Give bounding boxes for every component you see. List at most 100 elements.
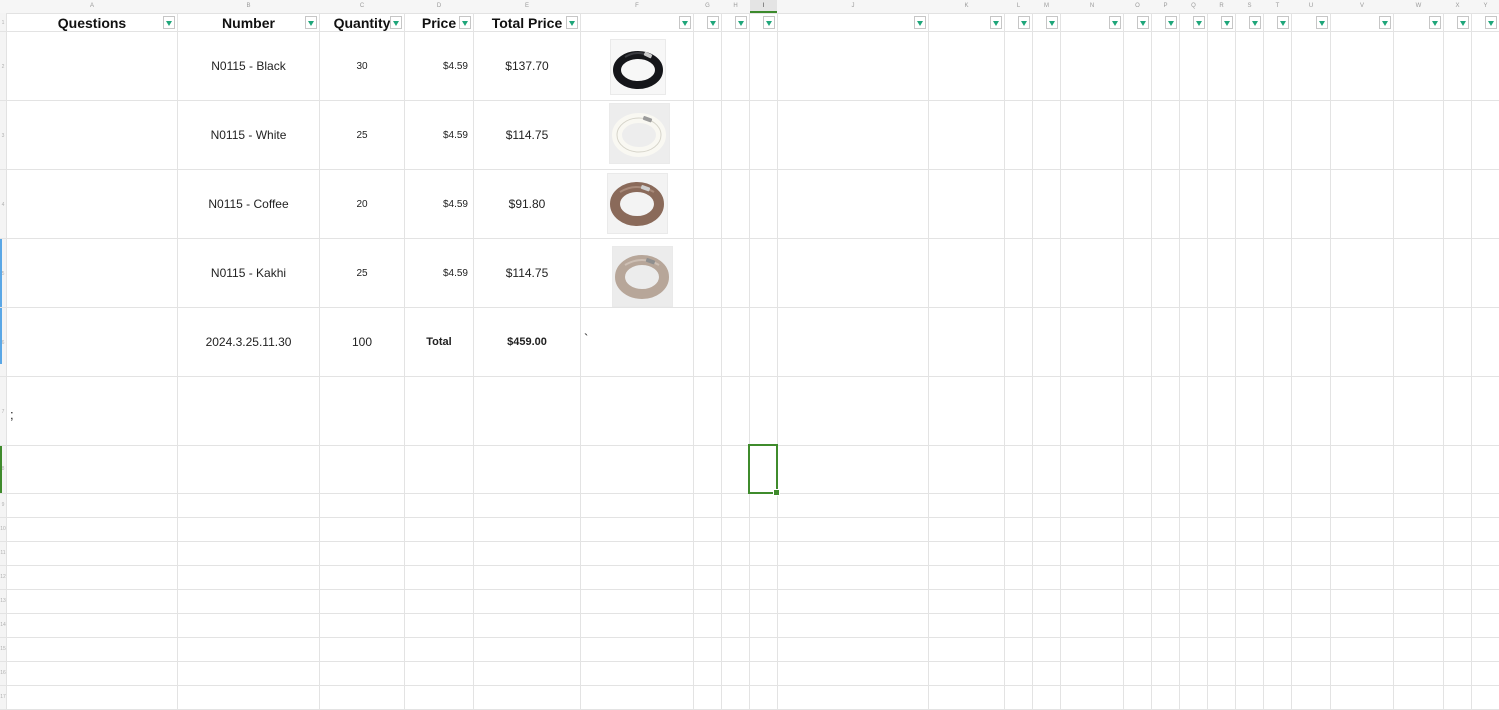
header-number[interactable]: Number	[178, 14, 319, 32]
cell-quantity[interactable]: 30	[320, 32, 404, 100]
filter-dropdown-icon[interactable]	[1193, 16, 1205, 29]
filter-dropdown-icon[interactable]	[1109, 16, 1121, 29]
product-image-white[interactable]	[610, 104, 669, 163]
cell-total-label[interactable]: Total	[405, 308, 473, 376]
cell-number[interactable]: N0115 - Kakhi	[178, 239, 319, 307]
column-letter-h[interactable]: H	[722, 0, 749, 13]
cell-stray-mark[interactable]: `	[584, 328, 604, 348]
filter-dropdown-icon[interactable]	[1485, 16, 1497, 29]
cell-total-quantity[interactable]: 100	[320, 308, 404, 376]
filter-dropdown-icon[interactable]	[679, 16, 691, 29]
row-selection-marker	[0, 238, 2, 364]
column-letter-v[interactable]: V	[1331, 0, 1393, 13]
cell-total[interactable]: $137.70	[474, 32, 580, 100]
filter-dropdown-icon[interactable]	[763, 16, 775, 29]
column-letter-k[interactable]: K	[929, 0, 1004, 13]
column-letter-x[interactable]: X	[1444, 0, 1471, 13]
filter-dropdown-icon[interactable]	[1137, 16, 1149, 29]
cell-number[interactable]: N0115 - Coffee	[178, 170, 319, 238]
filter-dropdown-icon[interactable]	[390, 16, 402, 29]
row-number[interactable]: 13	[0, 598, 6, 604]
column-letter-q[interactable]: Q	[1180, 0, 1207, 13]
filter-dropdown-icon[interactable]	[1018, 16, 1030, 29]
column-letter-g[interactable]: G	[694, 0, 721, 13]
filter-dropdown-icon[interactable]	[305, 16, 317, 29]
cell-grand-total[interactable]: $459.00	[474, 308, 580, 376]
filter-dropdown-icon[interactable]	[707, 16, 719, 29]
cell-quantity[interactable]: 25	[320, 101, 404, 169]
active-cell-selection[interactable]	[748, 444, 780, 496]
row-number[interactable]: 1	[0, 20, 6, 26]
spreadsheet: A B C D E F G H I J K L M N O P Q R S T …	[0, 0, 1499, 710]
filter-dropdown-icon[interactable]	[1316, 16, 1328, 29]
column-letter-w[interactable]: W	[1394, 0, 1443, 13]
column-letter-t[interactable]: T	[1264, 0, 1291, 13]
row-number[interactable]: 9	[0, 502, 6, 508]
column-letter-i[interactable]: I	[750, 0, 777, 13]
filter-dropdown-icon[interactable]	[1429, 16, 1441, 29]
row-number[interactable]: 15	[0, 646, 6, 652]
product-image-kakhi[interactable]	[613, 247, 672, 306]
column-letter-n[interactable]: N	[1061, 0, 1123, 13]
row-number[interactable]: 16	[0, 670, 6, 676]
cell-price[interactable]: $4.59	[405, 32, 468, 100]
column-letter-s[interactable]: S	[1236, 0, 1263, 13]
row-number[interactable]: 17	[0, 694, 6, 700]
cell-total[interactable]: $91.80	[474, 170, 580, 238]
header-questions[interactable]: Questions	[7, 14, 177, 32]
grid-line	[0, 685, 1499, 686]
cell-price[interactable]: $4.59	[405, 239, 468, 307]
header-total-price[interactable]: Total Price	[474, 14, 580, 32]
filter-dropdown-icon[interactable]	[1165, 16, 1177, 29]
row-number[interactable]: 14	[0, 622, 6, 628]
cell-total[interactable]: $114.75	[474, 239, 580, 307]
filter-dropdown-icon[interactable]	[1221, 16, 1233, 29]
column-letter-b[interactable]: B	[178, 0, 319, 13]
filter-dropdown-icon[interactable]	[1457, 16, 1469, 29]
filter-dropdown-icon[interactable]	[1277, 16, 1289, 29]
filter-dropdown-icon[interactable]	[1379, 16, 1391, 29]
column-letter-u[interactable]: U	[1292, 0, 1330, 13]
row-number[interactable]: 2	[0, 64, 6, 70]
column-letter-r[interactable]: R	[1208, 0, 1235, 13]
cell-a-stray[interactable]: ;	[10, 404, 30, 424]
filter-dropdown-icon[interactable]	[459, 16, 471, 29]
grid-line	[0, 541, 1499, 542]
column-letter-p[interactable]: P	[1152, 0, 1179, 13]
filter-dropdown-icon[interactable]	[914, 16, 926, 29]
column-letter-y[interactable]: Y	[1472, 0, 1499, 13]
filter-dropdown-icon[interactable]	[163, 16, 175, 29]
column-letter-d[interactable]: D	[405, 0, 473, 13]
cell-number[interactable]: N0115 - Black	[178, 32, 319, 100]
cell-quantity[interactable]: 25	[320, 239, 404, 307]
column-letter-a[interactable]: A	[7, 0, 177, 13]
cell-price[interactable]: $4.59	[405, 101, 468, 169]
cell-number[interactable]: N0115 - White	[178, 101, 319, 169]
column-letter-f[interactable]: F	[581, 0, 693, 13]
column-letter-o[interactable]: O	[1124, 0, 1151, 13]
column-letter-c[interactable]: C	[320, 0, 404, 13]
cell-date[interactable]: 2024.3.25.11.30	[178, 308, 319, 376]
column-letter-j[interactable]: J	[778, 0, 928, 13]
cell-quantity[interactable]: 20	[320, 170, 404, 238]
row-number[interactable]: 11	[0, 550, 6, 556]
row-number[interactable]: 4	[0, 202, 6, 208]
filter-dropdown-icon[interactable]	[566, 16, 578, 29]
row-number[interactable]: 7	[0, 409, 6, 415]
product-image-coffee[interactable]	[608, 174, 667, 233]
filter-dropdown-icon[interactable]	[990, 16, 1002, 29]
column-letter-m[interactable]: M	[1033, 0, 1060, 13]
filter-dropdown-icon[interactable]	[1046, 16, 1058, 29]
cell-price[interactable]: $4.59	[405, 170, 468, 238]
product-image-black[interactable]	[611, 40, 665, 94]
column-letter-l[interactable]: L	[1005, 0, 1032, 13]
row-number[interactable]: 12	[0, 574, 6, 580]
grid-line	[0, 637, 1499, 638]
filter-dropdown-icon[interactable]	[735, 16, 747, 29]
filter-dropdown-icon[interactable]	[1249, 16, 1261, 29]
fill-handle[interactable]	[773, 489, 780, 496]
row-number[interactable]: 3	[0, 133, 6, 139]
row-number[interactable]: 10	[0, 526, 6, 532]
cell-total[interactable]: $114.75	[474, 101, 580, 169]
column-letter-e[interactable]: E	[474, 0, 580, 13]
